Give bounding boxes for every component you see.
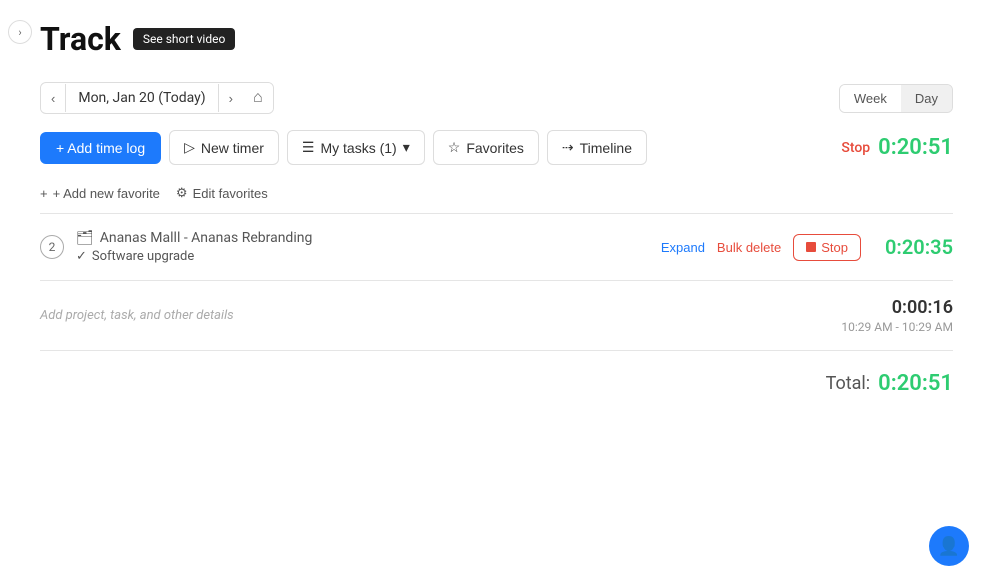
- total-label: Total:: [826, 373, 871, 394]
- entry-stop-button[interactable]: Stop: [793, 234, 861, 261]
- next-date-button[interactable]: ›: [219, 85, 243, 112]
- stop-square-icon: [806, 242, 816, 252]
- entry-duration: 0:20:35: [873, 235, 953, 259]
- running-timer: Stop 0:20:51: [841, 135, 953, 160]
- global-stop-button[interactable]: Stop: [841, 140, 870, 156]
- my-tasks-button[interactable]: ☰ My tasks (1) ▾: [287, 130, 425, 165]
- prev-date-button[interactable]: ‹: [41, 85, 65, 112]
- chevron-right-icon: ›: [18, 26, 21, 39]
- add-new-favorite-button[interactable]: + + Add new favorite: [40, 186, 160, 201]
- list-icon: ☰: [302, 139, 315, 156]
- single-entry-duration: 0:00:16: [841, 297, 953, 318]
- entry-actions: Expand Bulk delete Stop: [661, 234, 861, 261]
- total-time: 0:20:51: [878, 371, 953, 396]
- single-entry-row: Add project, task, and other details 0:0…: [40, 281, 953, 351]
- toolbar: ‹ Mon, Jan 20 (Today) › ⌂ Week Day: [40, 82, 953, 114]
- plus-icon: +: [40, 186, 48, 201]
- entry-info: 🗂 Ananas Malll - Ananas Rebranding ✓ Sof…: [76, 230, 649, 264]
- day-view-button[interactable]: Day: [901, 85, 952, 112]
- avatar-icon: 👤: [938, 536, 960, 557]
- edit-favorites-button[interactable]: ⚙ Edit favorites: [176, 185, 268, 201]
- single-entry-times: 0:00:16 10:29 AM - 10:29 AM: [841, 297, 953, 334]
- time-entry-group: 2 🗂 Ananas Malll - Ananas Rebranding ✓ S…: [40, 214, 953, 281]
- video-badge-button[interactable]: See short video: [133, 28, 235, 50]
- gear-icon: ⚙: [176, 185, 188, 201]
- bulk-delete-button[interactable]: Bulk delete: [717, 240, 781, 255]
- entry-count-badge: 2: [40, 235, 64, 259]
- favorites-bar: + + Add new favorite ⚙ Edit favorites: [40, 181, 953, 213]
- entry-task: ✓ Software upgrade: [76, 249, 649, 264]
- star-icon: ☆: [448, 139, 461, 156]
- play-icon: ▷: [184, 139, 195, 156]
- entry-row: 2 🗂 Ananas Malll - Ananas Rebranding ✓ S…: [40, 230, 953, 264]
- check-icon: ✓: [76, 249, 87, 264]
- briefcase-icon: 🗂: [76, 230, 94, 246]
- add-time-log-button[interactable]: + Add time log: [40, 132, 161, 164]
- dropdown-icon: ▾: [403, 139, 410, 156]
- view-toggle: Week Day: [839, 84, 953, 113]
- page-title: Track: [40, 20, 121, 58]
- page-header: Track See short video: [40, 20, 953, 58]
- home-button[interactable]: ⌂: [243, 83, 273, 113]
- actions-bar: + Add time log ▷ New timer ☰ My tasks (1…: [40, 130, 953, 165]
- current-date-label: Mon, Jan 20 (Today): [65, 84, 218, 112]
- total-row: Total: 0:20:51: [40, 351, 953, 416]
- timeline-icon: ⇢: [562, 139, 574, 156]
- running-time-display: 0:20:51: [878, 135, 953, 160]
- week-view-button[interactable]: Week: [840, 85, 901, 112]
- timeline-button[interactable]: ⇢ Timeline: [547, 130, 647, 165]
- avatar-fab-button[interactable]: 👤: [929, 526, 969, 566]
- expand-button[interactable]: Expand: [661, 240, 705, 255]
- new-timer-button[interactable]: ▷ New timer: [169, 130, 279, 165]
- single-entry-range: 10:29 AM - 10:29 AM: [841, 320, 953, 334]
- sidebar-toggle-button[interactable]: ›: [8, 20, 32, 44]
- favorites-button[interactable]: ☆ Favorites: [433, 130, 539, 165]
- date-nav: ‹ Mon, Jan 20 (Today) › ⌂: [40, 82, 274, 114]
- entry-project: 🗂 Ananas Malll - Ananas Rebranding: [76, 230, 649, 246]
- add-details-text[interactable]: Add project, task, and other details: [40, 308, 841, 323]
